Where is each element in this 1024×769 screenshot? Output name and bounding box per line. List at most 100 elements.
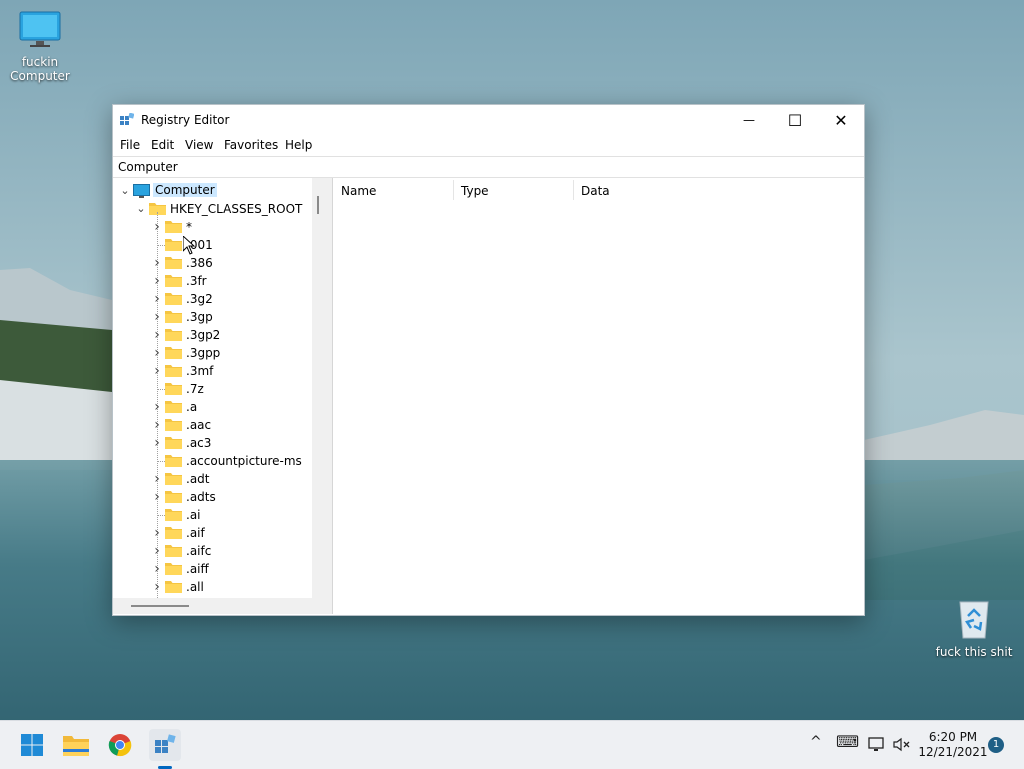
tree-item-label: .aif [186, 526, 205, 540]
chevron-down-icon[interactable]: ⌄ [119, 184, 131, 198]
desktop-icon-computer[interactable]: fuckin Computer [0, 10, 80, 83]
tree-horizontal-scrollbar[interactable] [113, 598, 312, 614]
chevron-right-icon[interactable]: › [151, 256, 163, 270]
chevron-right-icon[interactable]: › [151, 418, 163, 432]
tree-item-label: .7z [186, 382, 204, 396]
tree-item-key[interactable]: › .aiff [113, 560, 312, 578]
tree-item-label: .3gp [186, 310, 213, 324]
notification-badge[interactable]: 1 [988, 737, 1004, 753]
chevron-right-icon[interactable]: › [151, 274, 163, 288]
chevron-right-icon[interactable]: › [151, 220, 163, 234]
tree-item-key[interactable]: › .a [113, 398, 312, 416]
chevron-right-icon[interactable]: › [151, 436, 163, 450]
tree-item-key[interactable]: › .386 [113, 254, 312, 272]
menu-file[interactable]: File [120, 138, 140, 152]
folder-icon [165, 473, 182, 485]
minimize-button[interactable]: — [726, 105, 772, 135]
start-button[interactable] [16, 729, 48, 761]
menu-help[interactable]: Help [285, 138, 312, 152]
tree-item-label: .adts [186, 490, 216, 504]
chevron-right-icon[interactable]: › [151, 562, 163, 576]
chevron-right-icon[interactable]: › [151, 544, 163, 558]
chevron-right-icon[interactable]: › [151, 526, 163, 540]
maximize-button[interactable]: ☐ [772, 105, 818, 135]
title-bar[interactable]: Registry Editor — ☐ ✕ [113, 105, 864, 135]
folder-icon [165, 293, 182, 305]
folder-icon [165, 329, 182, 341]
scrollbar-thumb[interactable] [131, 605, 189, 607]
chevron-right-icon[interactable]: › [151, 310, 163, 324]
tree-item-key[interactable]: › .3mf [113, 362, 312, 380]
tree-item-key[interactable]: › .all [113, 578, 312, 596]
menu-edit[interactable]: Edit [151, 138, 174, 152]
tree-item-key[interactable]: › .3gp2 [113, 326, 312, 344]
tree-item-key[interactable]: › .aif [113, 524, 312, 542]
chevron-right-icon[interactable]: › [151, 490, 163, 504]
values-pane[interactable]: Name Type Data [332, 178, 864, 614]
tree-pane[interactable]: ⌄ Computer ⌄ HKEY_CLASSES_ROOT › * .001 › .3… [113, 178, 329, 614]
folder-icon [165, 419, 182, 431]
tree-item-key[interactable]: .7z [113, 380, 312, 398]
address-bar[interactable]: Computer [113, 156, 864, 178]
tree-item-label: .adt [186, 472, 210, 486]
tree-item-key[interactable]: › .3gpp [113, 344, 312, 362]
menu-favorites[interactable]: Favorites [224, 138, 278, 152]
network-icon[interactable] [868, 737, 886, 752]
tree-item-label: .3mf [186, 364, 214, 378]
tree-item-key[interactable]: › .3gp [113, 308, 312, 326]
minimize-icon: — [743, 113, 755, 127]
chevron-down-icon[interactable]: ⌄ [135, 202, 147, 216]
desktop-icon-recycle-bin[interactable]: fuck this shit [934, 598, 1014, 659]
tree-item-key[interactable]: › .3fr [113, 272, 312, 290]
tree-item-label: .aifc [186, 544, 212, 558]
start-icon [21, 734, 43, 756]
tree-guide-line [158, 461, 165, 462]
scrollbar-thumb[interactable] [317, 196, 319, 214]
folder-icon [165, 437, 182, 449]
column-header-data[interactable]: Data [573, 178, 773, 202]
tree-item-computer[interactable]: ⌄ Computer [113, 182, 312, 200]
folder-icon [165, 563, 182, 575]
tree-item-key[interactable]: .accountpicture-ms [113, 452, 312, 470]
taskbar-registry-editor[interactable] [149, 729, 181, 761]
tree-item-key[interactable]: › .adt [113, 470, 312, 488]
chevron-right-icon[interactable]: › [151, 472, 163, 486]
close-icon: ✕ [834, 110, 848, 130]
chevron-right-icon[interactable]: › [151, 328, 163, 342]
taskbar-file-explorer[interactable] [60, 729, 92, 761]
tree-item-key[interactable]: › .3g2 [113, 290, 312, 308]
tree-item-key[interactable]: › .ac3 [113, 434, 312, 452]
chevron-right-icon[interactable]: › [151, 292, 163, 306]
chevron-right-icon[interactable]: › [151, 364, 163, 378]
column-header-type[interactable]: Type [453, 178, 573, 202]
file-explorer-icon [63, 736, 89, 756]
tree-item-label: .aiff [186, 562, 209, 576]
close-button[interactable]: ✕ [818, 105, 864, 135]
column-header-name[interactable]: Name [333, 178, 453, 202]
column-label: Name [341, 184, 377, 198]
tree-item-key[interactable]: › * [113, 218, 312, 236]
tray-chevron-up-icon[interactable]: ^ [810, 734, 822, 750]
chevron-right-icon[interactable]: › [151, 580, 163, 594]
tree-guide-line [158, 389, 165, 390]
tree-item-label: .ai [186, 508, 201, 522]
chevron-right-icon[interactable]: › [151, 400, 163, 414]
clock-time: 6:20 PM [928, 730, 978, 744]
folder-icon [165, 221, 182, 233]
clock[interactable]: 6:20 PM 12/21/2021 [918, 730, 988, 760]
volume-muted-icon[interactable] [893, 737, 911, 752]
tree-item-label: .accountpicture-ms [186, 454, 302, 468]
menu-view[interactable]: View [185, 138, 213, 152]
tree-item-key[interactable]: .001 [113, 236, 312, 254]
tree-item-key[interactable]: .ai [113, 506, 312, 524]
keyboard-icon[interactable]: ⌨ [836, 732, 859, 751]
tree-item-key[interactable]: › .aac [113, 416, 312, 434]
tree-vertical-scrollbar[interactable] [312, 178, 328, 614]
folder-icon [165, 365, 182, 377]
tree-item-key[interactable]: › .adts [113, 488, 312, 506]
tree-item-hkey-classes-root[interactable]: ⌄ HKEY_CLASSES_ROOT [113, 200, 312, 218]
registry-editor-icon [155, 734, 176, 753]
tree-item-key[interactable]: › .aifc [113, 542, 312, 560]
chevron-right-icon[interactable]: › [151, 346, 163, 360]
taskbar-chrome[interactable] [104, 729, 136, 761]
